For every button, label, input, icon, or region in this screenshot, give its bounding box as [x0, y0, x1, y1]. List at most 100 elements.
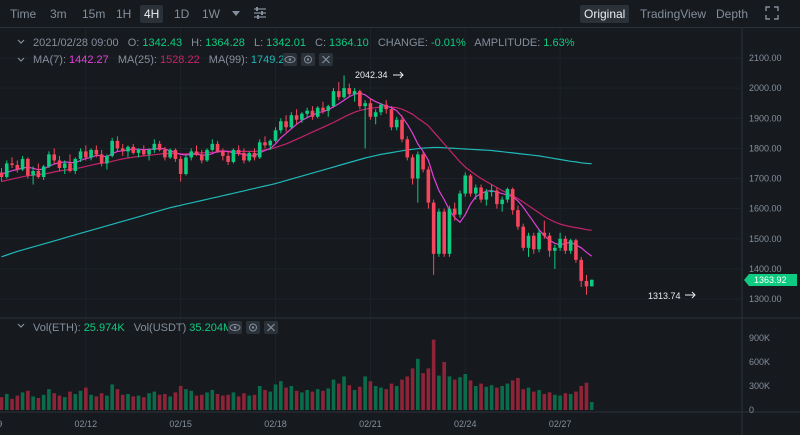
- volume-bar: [431, 339, 436, 410]
- time-tick-label: 02/18: [264, 419, 287, 429]
- volume-bar: [363, 376, 367, 410]
- volume-bar: [495, 387, 499, 410]
- candles: [0, 75, 594, 295]
- volume-bar: [184, 389, 188, 410]
- volume-bar: [400, 379, 404, 410]
- candle-down: [479, 187, 483, 200]
- more-intervals-dropdown[interactable]: [226, 3, 246, 21]
- ohlc-change: -0.01%: [431, 37, 466, 49]
- ohlc-open: 1342.43: [142, 37, 182, 49]
- view-depth[interactable]: Depth: [712, 5, 752, 23]
- chevron-down-icon[interactable]: [17, 323, 25, 328]
- chart-area[interactable]: 2100.00 2000.00 1900.00 1800.00 1700.00 1600.…: [0, 28, 800, 435]
- candle-down: [221, 151, 225, 156]
- candle-down: [384, 104, 389, 110]
- volume-bar: [94, 396, 99, 410]
- interval-1h[interactable]: 1H: [112, 5, 135, 23]
- volume-bar: [84, 387, 88, 410]
- volume-settings-icon[interactable]: [246, 321, 260, 334]
- candle-down: [26, 158, 30, 176]
- volume-bar: [553, 394, 557, 410]
- ma-settings-icon[interactable]: [301, 53, 315, 66]
- candle-up: [342, 88, 346, 98]
- volume-bar: [0, 397, 4, 410]
- price-tick-label: 1900.00: [749, 113, 782, 123]
- fullscreen-button[interactable]: [758, 3, 786, 21]
- candlestick-chart[interactable]: 2100.00 2000.00 1900.00 1800.00 1700.00 1600.…: [0, 28, 800, 435]
- view-tradingview[interactable]: TradingView: [636, 5, 710, 23]
- candle-down: [236, 149, 241, 153]
- interval-3m[interactable]: 3m: [46, 5, 71, 23]
- volume-eye-icon[interactable]: [228, 321, 242, 334]
- candle-up: [300, 113, 304, 120]
- volume-bar: [505, 383, 510, 410]
- price-tick-label: 1700.00: [749, 174, 782, 184]
- volume-bar: [126, 394, 130, 410]
- volume-bar: [379, 387, 383, 410]
- volume-tick-label: 300K: [749, 381, 770, 391]
- volume-bar: [194, 395, 199, 410]
- candle-down: [574, 240, 578, 260]
- candle-up: [4, 163, 9, 177]
- volume-bar: [152, 391, 157, 410]
- volume-bar: [4, 394, 9, 410]
- candle-down: [468, 175, 473, 194]
- candle-down: [547, 235, 552, 251]
- volume-bar: [236, 396, 241, 410]
- volume-bar: [257, 386, 262, 410]
- volume-close-icon[interactable]: [264, 321, 278, 334]
- volume-bar: [452, 379, 457, 410]
- fullscreen-icon: [765, 6, 779, 20]
- price-tick-label: 2000.00: [749, 83, 782, 93]
- chevron-down-icon[interactable]: [17, 39, 25, 44]
- view-original[interactable]: Original: [580, 5, 630, 23]
- volume-bar: [305, 390, 309, 410]
- svg-text:2021/02/28 09:00 O:134: 2021/02/28 09:00 O: 1342.43 H: 1364.28 L: 1…: [33, 37, 575, 49]
- candle-up: [463, 175, 468, 194]
- volume-bar: [115, 389, 120, 410]
- volume-bar: [120, 394, 125, 410]
- volume-bar: [131, 396, 136, 410]
- candle-up: [189, 151, 194, 158]
- price-tick-label: 1300.00: [749, 294, 782, 304]
- volume-bar: [178, 386, 183, 410]
- candle-up: [447, 208, 452, 254]
- volume-bar: [474, 386, 478, 410]
- candle-down: [442, 211, 446, 254]
- volume-bar: [147, 393, 151, 410]
- ohlc-date: 2021/02/28 09:00: [33, 37, 119, 49]
- volume-bar: [15, 395, 20, 410]
- volume-bar: [141, 397, 146, 410]
- candle-down: [421, 154, 425, 170]
- volume-bar: [47, 389, 51, 410]
- ma7-value: 1442.27: [69, 54, 109, 66]
- interval-4h[interactable]: 4H: [140, 5, 164, 23]
- ma-eye-icon[interactable]: [283, 53, 297, 66]
- ma-close-icon[interactable]: [319, 53, 333, 66]
- volume-tick-label: 900K: [749, 333, 770, 343]
- volume-bar: [310, 391, 315, 410]
- interval-15m[interactable]: 15m: [78, 5, 109, 23]
- volume-bar: [10, 398, 14, 410]
- volume-bar: [289, 386, 294, 410]
- volume-bar: [279, 381, 283, 410]
- interval-1w[interactable]: 1W: [198, 5, 224, 23]
- indicators-button[interactable]: [248, 3, 272, 21]
- candle-up: [505, 189, 510, 200]
- interval-time[interactable]: Time: [6, 5, 40, 23]
- time-tick-label: 02/27: [549, 419, 572, 429]
- volume-bar: [510, 380, 515, 410]
- candle-up: [589, 279, 594, 287]
- volume-bar: [215, 394, 220, 410]
- candle-down: [579, 259, 583, 281]
- time-tick-label: 02/12: [75, 419, 98, 429]
- candle-down: [199, 154, 204, 161]
- volume-bar: [468, 380, 473, 410]
- candle-down: [52, 154, 56, 161]
- volume-bar: [568, 394, 573, 410]
- volume-bar: [516, 378, 520, 410]
- settings-sliders-icon: [254, 7, 266, 19]
- time-tick-label: 02/15: [169, 419, 192, 429]
- interval-1d[interactable]: 1D: [170, 5, 193, 23]
- candle-up: [147, 149, 151, 155]
